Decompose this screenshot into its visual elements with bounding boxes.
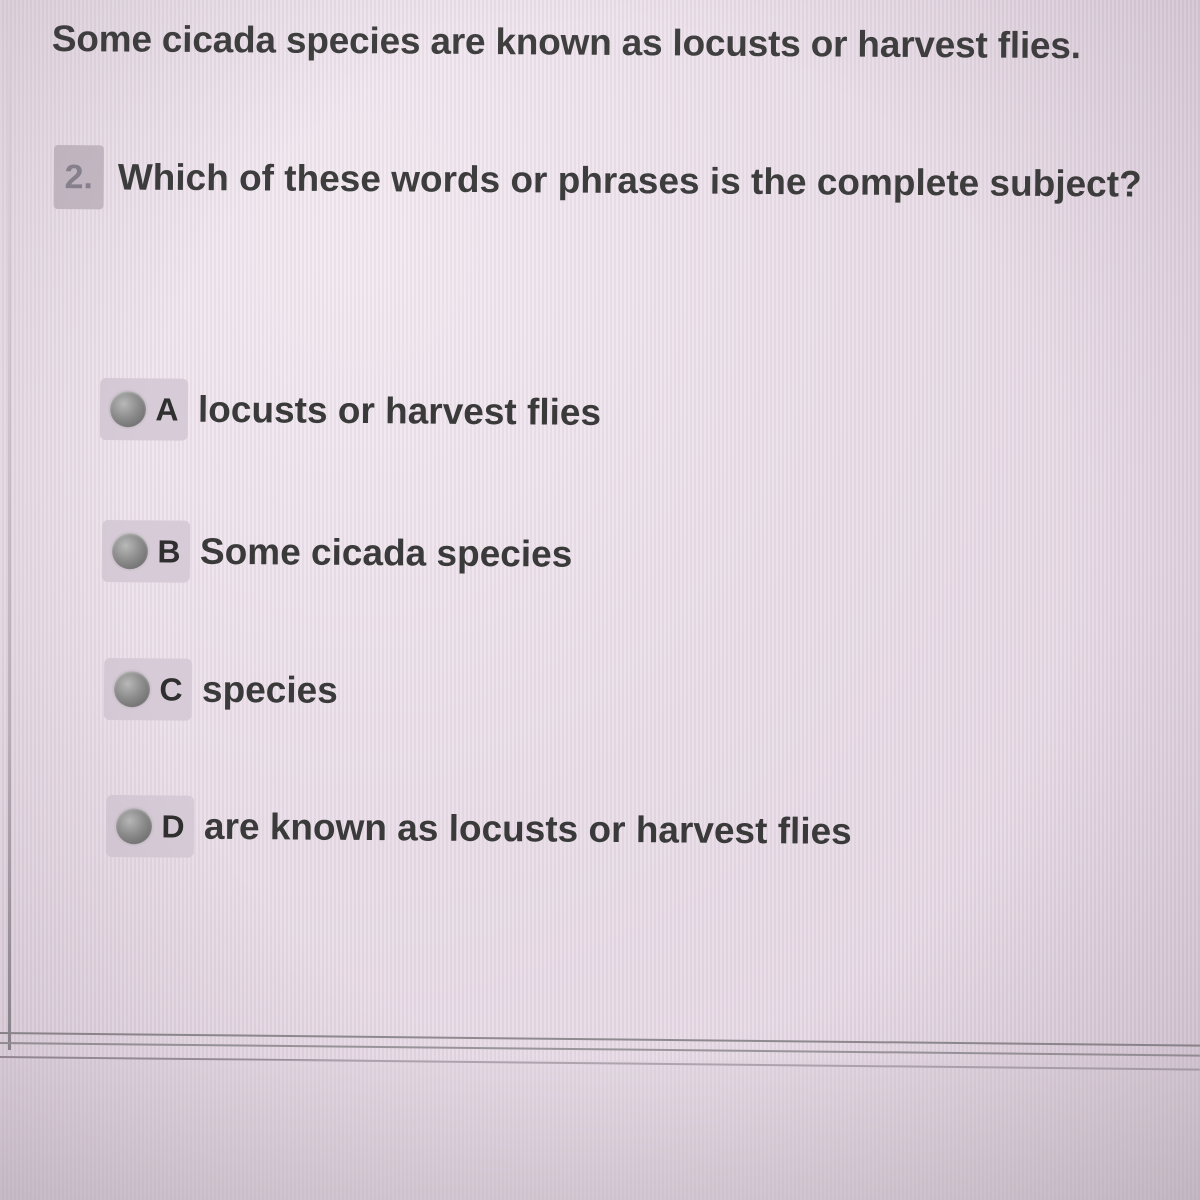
option-text[interactable]: are known as locusts or harvest flies: [204, 806, 852, 853]
passage-sentence: Some cicada species are known as locusts…: [51, 18, 1081, 67]
answer-option-b-button[interactable]: B: [101, 520, 191, 583]
question-header: 2. Which of these words or phrases is th…: [53, 145, 1142, 217]
option-text[interactable]: Some cicada species: [200, 531, 573, 576]
option-letter: D: [161, 807, 185, 845]
option-text[interactable]: species: [202, 669, 338, 712]
option-letter: A: [155, 390, 179, 428]
answer-option-d[interactable]: D are known as locusts or harvest flies: [105, 795, 852, 863]
option-letter: C: [159, 670, 183, 708]
answer-option-b[interactable]: B Some cicada species: [101, 520, 573, 586]
radio-button-icon[interactable]: [109, 391, 147, 428]
option-text[interactable]: locusts or harvest flies: [198, 389, 601, 434]
content-left-border: [8, 0, 11, 1050]
answer-option-a[interactable]: A locusts or harvest flies: [99, 378, 602, 444]
answer-option-c-button[interactable]: C: [103, 658, 193, 721]
radio-button-icon[interactable]: [111, 533, 149, 570]
radio-button-icon[interactable]: [113, 671, 151, 708]
radio-button-icon[interactable]: [115, 808, 153, 845]
question-text: Which of these words or phrases is the c…: [117, 156, 1142, 205]
answer-option-a-button[interactable]: A: [99, 378, 189, 441]
option-letter: B: [157, 532, 181, 570]
answer-option-d-button[interactable]: D: [105, 795, 195, 858]
page-footer-area: [0, 1060, 1200, 1200]
answer-option-c[interactable]: C species: [103, 658, 338, 722]
question-number-badge: 2.: [53, 145, 104, 210]
